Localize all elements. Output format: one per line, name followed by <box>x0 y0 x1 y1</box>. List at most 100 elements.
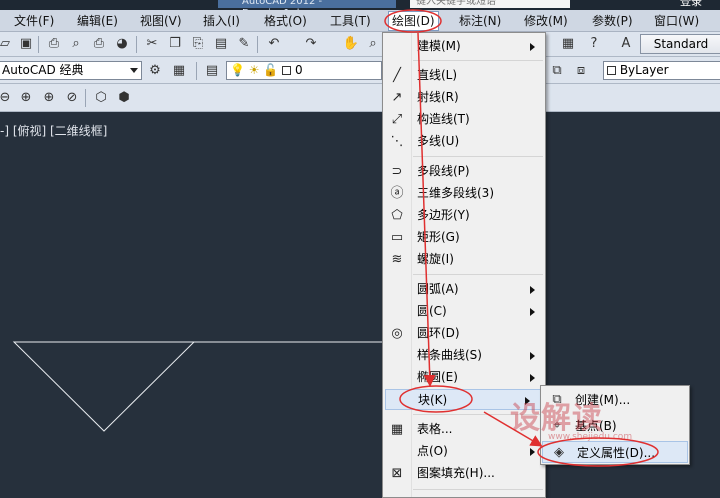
zoom-realtime-icon[interactable]: ⌕ <box>364 35 382 53</box>
helix-icon: ≋ <box>391 252 403 267</box>
viewport-label[interactable]: -] [俯视] [二维线框] <box>0 122 107 139</box>
layer-value: 0 <box>294 63 303 77</box>
submenu-arrow-icon <box>530 286 535 294</box>
draw-menu-3d-polyline[interactable]: ⓐ 三维多段线(3) <box>383 183 545 204</box>
text-style-icon[interactable]: A <box>617 35 635 53</box>
draw-menu-polyline[interactable]: ⊃ 多段线(P) <box>383 161 545 182</box>
save-icon[interactable]: ▣ <box>17 35 35 53</box>
workspace-value: AutoCAD 经典 <box>2 63 84 77</box>
ray-icon: ↗ <box>391 90 403 105</box>
menu-view[interactable]: 视图(V) <box>140 13 182 30</box>
sphere-icon[interactable]: ⊖ <box>0 89 14 107</box>
rectangle-icon: ▭ <box>390 230 404 245</box>
menu-draw[interactable]: 绘图(D) <box>388 11 439 31</box>
color-swatch-icon <box>607 66 616 75</box>
workspace-select[interactable]: AutoCAD 经典 <box>0 61 142 80</box>
sun-icon: ☀ <box>248 63 260 77</box>
redo-icon[interactable]: ↷ <box>302 35 320 53</box>
publish-icon[interactable]: ⎙ <box>90 35 108 53</box>
separator <box>257 36 258 53</box>
chevron-down-icon <box>130 68 138 73</box>
draw-menu-spline[interactable]: 样条曲线(S) <box>383 345 545 366</box>
separator <box>38 36 39 53</box>
cut-icon[interactable]: ✂ <box>143 35 161 53</box>
draw-menu-arc[interactable]: 圆弧(A) <box>383 279 545 300</box>
multiline-icon: ⋱ <box>390 134 404 149</box>
draw-menu-xline[interactable]: ⤢ 构造线(T) <box>383 109 545 130</box>
menu-parametric[interactable]: 参数(P) <box>592 13 633 30</box>
undo-icon[interactable]: ↶ <box>265 35 283 53</box>
draw-menu-multiline[interactable]: ⋱ 多线(U) <box>383 131 545 152</box>
separator <box>196 62 197 80</box>
separator <box>413 156 543 157</box>
draw-menu-helix[interactable]: ≋ 螺旋(I) <box>383 249 545 270</box>
document-tab[interactable]: AutoCAD 2012 - Drawing1.dwg <box>218 0 396 10</box>
draw-menu-donut[interactable]: ◎ 圆环(D) <box>383 323 545 344</box>
block-define-attribute[interactable]: ◈ 定义属性(D)... <box>542 441 688 463</box>
text-style-select[interactable]: Standard <box>640 34 720 54</box>
draw-menu-hatch[interactable]: ⊠ 图案填充(H)... <box>383 463 545 484</box>
draw-menu-ellipse[interactable]: 椭圆(E) <box>383 367 545 388</box>
menu-format[interactable]: 格式(O) <box>264 13 307 30</box>
menu-insert[interactable]: 插入(I) <box>203 13 240 30</box>
paste-block-icon[interactable]: ▤ <box>212 35 230 53</box>
3d-dwf-icon[interactable]: ◕ <box>113 35 131 53</box>
draw-menu-point[interactable]: 点(O) <box>383 441 545 462</box>
layers-toolbar: AutoCAD 经典 ⚙ ▦ ▤ 💡 ☀ 🔓 0 ⧉ ⧈ ByLayer <box>0 57 720 84</box>
layer-state-icon[interactable]: ⧈ <box>572 62 590 80</box>
submenu-arrow-icon <box>530 352 535 360</box>
menu-tools[interactable]: 工具(T) <box>330 13 371 30</box>
layer-previous-icon[interactable]: ⧉ <box>548 62 566 80</box>
match-properties-icon[interactable]: ✎ <box>235 35 253 53</box>
draw-menu-rectangle[interactable]: ▭ 矩形(G) <box>383 227 545 248</box>
menu-dimension[interactable]: 标注(N) <box>459 13 501 30</box>
standard-toolbar: ▱ ▣ ⎙ ⌕ ⎙ ◕ ✂ ❐ ⎘ ▤ ✎ ↶ ↷ ✋ ⌕ ▦ ? A Stan… <box>0 32 720 57</box>
lock-icon: 🔓 <box>263 63 279 77</box>
print-icon[interactable]: ⎙ <box>45 35 63 53</box>
submenu-arrow-icon <box>530 374 535 382</box>
menu-file[interactable]: 文件(F) <box>14 13 54 30</box>
polyline-icon: ⊃ <box>391 164 403 179</box>
workspace-settings-icon[interactable]: ⚙ <box>146 62 164 80</box>
polygon-icon: ⬠ <box>391 208 403 223</box>
watermark-logo: 设解读 <box>510 401 603 436</box>
help-icon[interactable]: ? <box>585 35 603 53</box>
print-preview-icon[interactable]: ⌕ <box>67 35 85 53</box>
draw-menu-modeling[interactable]: 建模(M) <box>383 36 545 57</box>
bulb-icon: 💡 <box>230 63 245 77</box>
cube-icon[interactable]: ⬡ <box>92 89 110 107</box>
separator <box>413 489 543 490</box>
menu-modify[interactable]: 修改(M) <box>524 13 568 30</box>
null-icon[interactable]: ⊘ <box>63 89 81 107</box>
draw-menu-circle[interactable]: 圆(C) <box>383 301 545 322</box>
login-link[interactable]: 登录 <box>680 0 702 8</box>
color-select[interactable]: ByLayer <box>603 61 720 80</box>
draw-menu-line[interactable]: ╱ 直线(L) <box>383 65 545 86</box>
sphere-remove-icon[interactable]: ⊕ <box>40 89 58 107</box>
view-toolbar: ⊖ ⊕ ⊕ ⊘ ⬡ ⬢ <box>0 84 720 112</box>
line-icon: ╱ <box>393 68 401 83</box>
copy-icon[interactable]: ❐ <box>166 35 184 53</box>
menu-edit[interactable]: 编辑(E) <box>77 13 118 30</box>
draw-menu-polygon[interactable]: ⬠ 多边形(Y) <box>383 205 545 226</box>
customize-icon[interactable]: ▦ <box>170 62 188 80</box>
pan-icon[interactable]: ✋ <box>342 35 360 53</box>
donut-icon: ◎ <box>391 326 403 341</box>
open-icon[interactable]: ▱ <box>0 35 14 53</box>
xline-icon: ⤢ <box>391 112 403 127</box>
calculator-icon[interactable]: ▦ <box>559 35 577 53</box>
paste-icon[interactable]: ⎘ <box>189 35 207 53</box>
cube-delete-icon[interactable]: ⬢ <box>115 89 133 107</box>
watermark-url: www.shejiedu.com <box>548 432 633 442</box>
sphere-add-icon[interactable]: ⊕ <box>17 89 35 107</box>
separator <box>413 60 543 61</box>
menu-window[interactable]: 窗口(W) <box>654 13 699 30</box>
draw-menu-ray[interactable]: ↗ 射线(R) <box>383 87 545 108</box>
search-input[interactable]: 键入关键字或短语 <box>410 0 570 8</box>
3d-polyline-icon: ⓐ <box>390 186 404 201</box>
table-icon: ▦ <box>390 422 404 437</box>
layer-properties-icon[interactable]: ▤ <box>203 62 221 80</box>
submenu-arrow-icon <box>530 308 535 316</box>
submenu-arrow-icon <box>530 448 535 456</box>
layer-select[interactable]: 💡 ☀ 🔓 0 <box>226 61 382 80</box>
